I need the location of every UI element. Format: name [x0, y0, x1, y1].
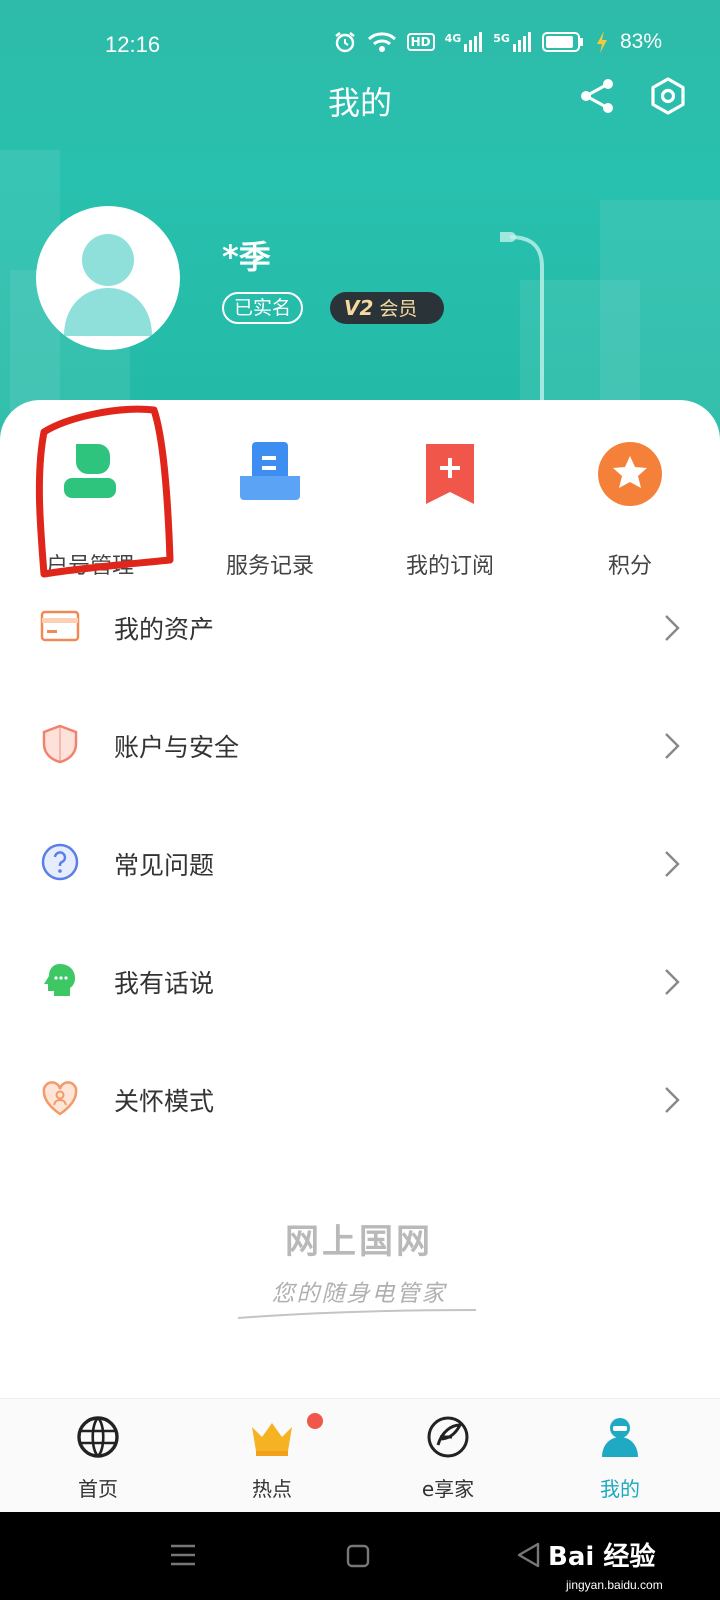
- baidu-watermark: Bai 经验: [548, 1542, 656, 1572]
- menu-feedback[interactable]: 我有话说: [0, 930, 720, 1030]
- profile-icon: [602, 1418, 638, 1457]
- tab-label: 热点: [252, 1477, 292, 1501]
- settings-button[interactable]: [648, 76, 688, 116]
- tab-label: 首页: [78, 1477, 118, 1501]
- quick-points[interactable]: 积分: [540, 440, 720, 579]
- wifi-icon: [367, 31, 397, 53]
- avatar[interactable]: [36, 206, 180, 350]
- baidu-watermark-url: jingyan.baidu.com: [566, 1578, 663, 1592]
- battery-percent: 83%: [619, 30, 662, 53]
- hd-icon: HD: [406, 33, 435, 51]
- signal-4g-icon: 4G: [445, 32, 484, 52]
- back-triangle-icon[interactable]: [516, 1542, 540, 1568]
- menu-label: 我的资产: [114, 615, 215, 644]
- globe-icon: [77, 1416, 119, 1458]
- brand-name: 网上国网: [285, 1222, 433, 1262]
- crown-icon: [252, 1423, 292, 1456]
- gear-icon: [651, 77, 685, 115]
- share-icon: [581, 79, 613, 113]
- heart-icon: [42, 1081, 78, 1116]
- vip-level: V2: [344, 296, 374, 320]
- alarm-icon: [333, 30, 357, 54]
- tab-e-home[interactable]: e享家: [358, 1399, 538, 1513]
- status-time: 12:16: [105, 32, 161, 57]
- e-leaf-icon: [427, 1416, 469, 1458]
- status-bar: 12:16 HD 4G 5G 83%: [0, 28, 720, 64]
- tab-home[interactable]: 首页: [8, 1399, 188, 1513]
- tab-label: e享家: [421, 1477, 475, 1501]
- chevron-right-icon: [665, 733, 680, 759]
- signal-5g-icon: 5G: [493, 32, 532, 52]
- battery-icon: [541, 31, 586, 53]
- profile-header: 12:16 HD 4G 5G 83% 我的 *季 已实名 V2 会员: [0, 0, 720, 440]
- bottom-tab-bar: 首页 热点 e享家 我的: [0, 1398, 720, 1512]
- menu-care-mode[interactable]: 关怀模式: [0, 1048, 720, 1148]
- charging-icon: [596, 31, 608, 53]
- question-icon: [41, 843, 79, 881]
- card-icon: [40, 610, 80, 642]
- menu-label: 账户与安全: [114, 733, 240, 762]
- chevron-right-icon: [665, 969, 680, 995]
- brand-underline: [237, 1309, 477, 1319]
- menu-my-assets[interactable]: 我的资产: [0, 576, 720, 676]
- menu-label: 我有话说: [114, 969, 215, 998]
- menu-account-security[interactable]: 账户与安全: [0, 694, 720, 794]
- lamp-post-decoration: [500, 232, 544, 402]
- brand-slogan: 您的随身电管家: [271, 1281, 447, 1307]
- chevron-right-icon: [665, 851, 680, 877]
- service-record-icon: [240, 442, 300, 500]
- verified-badge: 已实名: [222, 292, 304, 324]
- tab-mine[interactable]: 我的: [530, 1399, 710, 1513]
- menu-icon[interactable]: [170, 1542, 196, 1568]
- menu-label: 关怀模式: [114, 1087, 215, 1116]
- menu-label: 常见问题: [114, 851, 215, 880]
- vip-badge[interactable]: V2 会员: [330, 292, 444, 324]
- subscribe-icon: [426, 444, 474, 504]
- quick-account-management[interactable]: 户号管理: [0, 440, 180, 579]
- share-button[interactable]: [578, 76, 618, 116]
- vip-label: 会员: [379, 298, 418, 320]
- chat-head-icon: [44, 964, 75, 996]
- title-bar: 我的: [0, 70, 720, 126]
- quick-service-records[interactable]: 服务记录: [180, 440, 360, 579]
- avatar-person-icon: [64, 234, 152, 336]
- account-icon: [64, 444, 116, 498]
- chevron-right-icon: [665, 1087, 680, 1113]
- star-icon: [598, 442, 662, 506]
- user-name: *季: [222, 238, 271, 276]
- tab-hot[interactable]: 热点: [182, 1399, 362, 1513]
- menu-faq[interactable]: 常见问题: [0, 812, 720, 912]
- shield-icon: [42, 724, 78, 764]
- notification-dot: [307, 1413, 323, 1429]
- quick-my-subscriptions[interactable]: 我的订阅: [360, 440, 540, 579]
- chevron-right-icon: [665, 615, 680, 641]
- home-square-icon[interactable]: [346, 1544, 370, 1568]
- tab-label: 我的: [600, 1477, 640, 1501]
- brand-logo: 网上国网 您的随身电管家: [236, 1214, 482, 1324]
